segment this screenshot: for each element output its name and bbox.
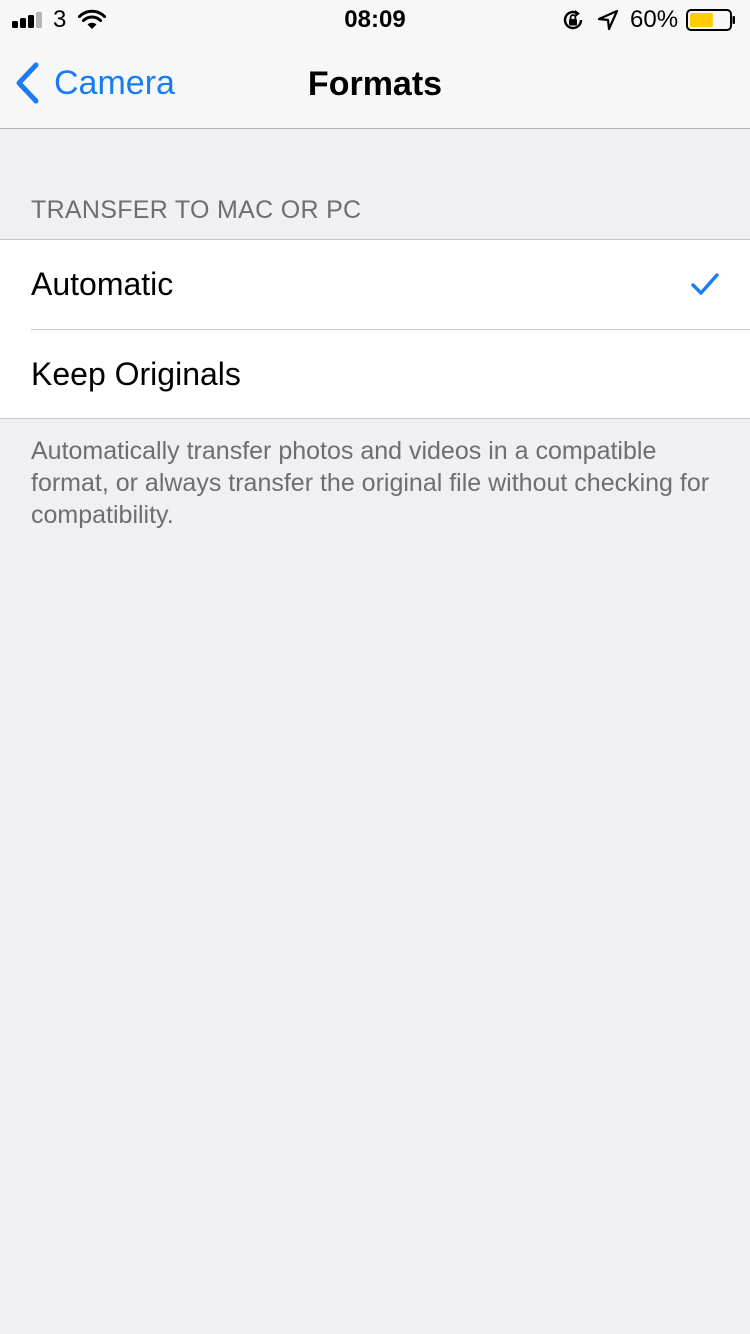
battery-icon: [686, 9, 735, 31]
option-row-keep-originals[interactable]: Keep Originals: [0, 329, 750, 418]
option-row-automatic[interactable]: Automatic: [0, 240, 750, 329]
checkmark-icon: [691, 273, 719, 295]
section-header: TRANSFER TO MAC OR PC: [31, 196, 362, 224]
option-label: Keep Originals: [31, 355, 241, 392]
navigation-bar: Camera Formats: [0, 40, 750, 129]
rotation-lock-icon: [563, 10, 583, 30]
location-arrow-icon: [597, 9, 619, 31]
section-footer: Automatically transfer photos and videos…: [31, 437, 710, 529]
option-label: Automatic: [31, 266, 174, 302]
options-group: Automatic Keep Originals: [0, 239, 750, 419]
status-bar: 3 08:09 60%: [0, 0, 750, 40]
page-title: Formats: [307, 65, 443, 103]
battery-percentage: 60%: [630, 6, 679, 33]
